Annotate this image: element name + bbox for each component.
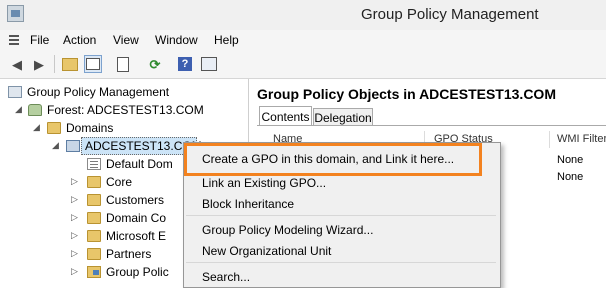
ou-folder-icon bbox=[87, 248, 101, 260]
menu-action[interactable]: Action bbox=[63, 33, 96, 47]
collapsed-arrow-icon[interactable]: ▷ bbox=[71, 176, 78, 187]
console-icon[interactable] bbox=[200, 55, 218, 73]
menu-window[interactable]: Window bbox=[155, 33, 198, 47]
column-divider bbox=[549, 131, 550, 148]
ou-folder-icon bbox=[87, 230, 101, 242]
app-icon bbox=[7, 5, 24, 22]
menu-item-new-ou[interactable]: New Organizational Unit bbox=[202, 244, 331, 258]
gpo-link-icon bbox=[87, 158, 101, 170]
domain-icon bbox=[66, 140, 80, 152]
collapsed-arrow-icon[interactable]: ▷ bbox=[71, 194, 78, 205]
forest-icon bbox=[28, 104, 42, 116]
menu-separator bbox=[186, 215, 496, 216]
tree-item[interactable]: Domain Co bbox=[106, 210, 166, 226]
title-bar: Group Policy Management bbox=[0, 0, 606, 30]
ou-folder-icon bbox=[87, 194, 101, 206]
menu-item-link-existing-gpo[interactable]: Link an Existing GPO... bbox=[202, 176, 326, 190]
up-folder-icon[interactable] bbox=[61, 55, 79, 73]
menu-view[interactable]: View bbox=[113, 33, 139, 47]
window-title: Group Policy Management bbox=[361, 6, 539, 23]
forward-icon[interactable]: ▶ bbox=[30, 55, 48, 73]
expand-arrow-icon[interactable]: ◢ bbox=[52, 140, 59, 151]
tree-root[interactable]: Group Policy Management bbox=[27, 84, 169, 100]
menu-help[interactable]: Help bbox=[214, 33, 239, 47]
collapsed-arrow-icon[interactable]: ▷ bbox=[71, 212, 78, 223]
collapsed-arrow-icon[interactable]: ▷ bbox=[71, 266, 78, 277]
column-header-wmi-filter[interactable]: WMI Filter bbox=[557, 133, 606, 145]
system-menu-icon[interactable] bbox=[8, 33, 20, 46]
ou-folder-icon bbox=[87, 212, 101, 224]
tree-item[interactable]: Microsoft E bbox=[106, 228, 166, 244]
tree-item[interactable]: Customers bbox=[106, 192, 164, 208]
properties-icon[interactable] bbox=[114, 55, 132, 73]
tree-item[interactable]: Default Dom bbox=[106, 156, 173, 172]
page-title: Group Policy Objects in ADCESTEST13.COM bbox=[257, 86, 556, 102]
expand-arrow-icon[interactable]: ◢ bbox=[15, 104, 22, 115]
refresh-icon[interactable]: ⟳ bbox=[146, 55, 164, 73]
menu-item-modeling-wizard[interactable]: Group Policy Modeling Wizard... bbox=[202, 223, 373, 237]
tree-forest[interactable]: Forest: ADCESTEST13.COM bbox=[47, 102, 204, 118]
gpo-folder-icon bbox=[87, 266, 101, 278]
table-cell-wmi: None bbox=[557, 154, 584, 166]
domains-folder-icon bbox=[47, 122, 61, 134]
expand-arrow-icon[interactable]: ◢ bbox=[33, 122, 40, 133]
back-icon[interactable]: ◀ bbox=[8, 55, 26, 73]
menu-item-block-inheritance[interactable]: Block Inheritance bbox=[202, 197, 294, 211]
tab-delegation[interactable]: Delegation bbox=[313, 108, 373, 126]
tree-domains[interactable]: Domains bbox=[66, 120, 113, 136]
menu-separator bbox=[186, 262, 496, 263]
annotation-highlight-box bbox=[184, 143, 482, 176]
help-icon[interactable]: ? bbox=[176, 55, 194, 73]
menu-file[interactable]: File bbox=[30, 33, 49, 47]
tree-item[interactable]: Group Polic bbox=[106, 264, 169, 280]
tab-contents[interactable]: Contents bbox=[259, 106, 312, 126]
tree-item[interactable]: Partners bbox=[106, 246, 151, 262]
toolbar-separator bbox=[54, 55, 55, 73]
ou-folder-icon bbox=[87, 176, 101, 188]
collapsed-arrow-icon[interactable]: ▷ bbox=[71, 248, 78, 259]
collapsed-arrow-icon[interactable]: ▷ bbox=[71, 230, 78, 241]
tree-item[interactable]: Core bbox=[106, 174, 132, 190]
show-hide-tree-icon[interactable] bbox=[84, 55, 102, 73]
gpm-root-icon bbox=[8, 86, 22, 98]
menu-item-search[interactable]: Search... bbox=[202, 270, 250, 284]
table-cell-wmi: None bbox=[557, 171, 584, 183]
tab-divider bbox=[257, 125, 606, 126]
